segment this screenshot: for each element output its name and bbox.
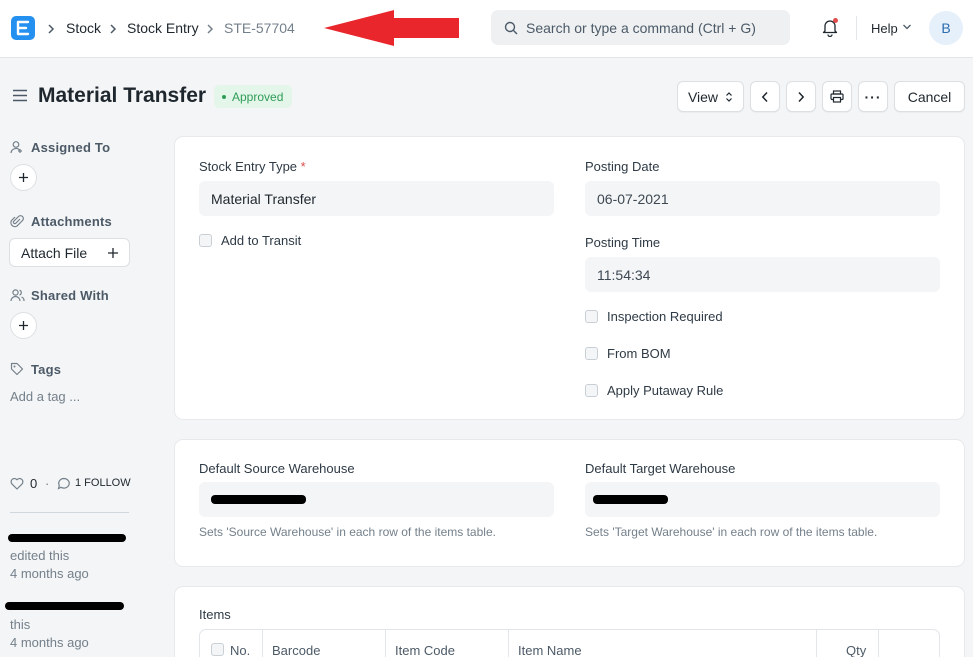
column-header-no: No.: [230, 643, 251, 657]
source-warehouse-field[interactable]: [199, 482, 554, 517]
inspection-required-label: Inspection Required: [607, 309, 723, 324]
navbar-divider: [856, 16, 857, 40]
separator-dot: ·: [45, 476, 50, 491]
add-assignee-button[interactable]: [10, 164, 37, 191]
more-actions-button[interactable]: ···: [858, 81, 888, 112]
items-label: Items: [199, 607, 231, 622]
plus-icon: [19, 173, 28, 182]
users-icon: [10, 289, 25, 302]
assigned-to-label: Assigned To: [31, 140, 111, 155]
stock-entry-type-field[interactable]: Material Transfer: [199, 181, 554, 216]
heart-icon[interactable]: [10, 477, 24, 490]
attach-file-button[interactable]: Attach File: [9, 238, 130, 267]
previous-doc-button[interactable]: [750, 81, 780, 112]
column-header-item-code[interactable]: Item Code: [395, 643, 455, 657]
activity-action: this: [10, 617, 31, 632]
target-warehouse-description: Sets 'Target Warehouse' in each row of t…: [585, 525, 878, 539]
breadcrumb-current-doc[interactable]: STE-57704: [224, 20, 295, 36]
column-header-item-name[interactable]: Item Name: [518, 643, 582, 657]
add-share-button[interactable]: [10, 312, 37, 339]
column-divider: [816, 630, 817, 657]
add-to-transit-label: Add to Transit: [221, 233, 302, 248]
plus-icon: [108, 248, 118, 258]
shared-with-label: Shared With: [31, 288, 109, 303]
select-all-rows-checkbox[interactable]: [211, 643, 224, 656]
add-to-transit-checkbox[interactable]: [199, 234, 212, 247]
apply-putaway-rule-checkbox[interactable]: [585, 384, 598, 397]
activity-action: edited this: [10, 548, 70, 563]
column-divider: [878, 630, 879, 657]
notification-dot: [833, 18, 838, 23]
search-bar[interactable]: Search or type a command (Ctrl + G): [491, 10, 790, 45]
like-count: 0: [30, 476, 38, 491]
page-title: Material Transfer: [38, 84, 207, 107]
from-bom-checkbox[interactable]: [585, 347, 598, 360]
from-bom-label: From BOM: [607, 346, 671, 361]
comment-icon[interactable]: [57, 477, 71, 490]
print-button[interactable]: [822, 81, 852, 112]
chevron-right-icon: [798, 91, 805, 102]
tag-icon: [10, 362, 24, 376]
target-warehouse-label: Default Target Warehouse: [585, 461, 736, 476]
stock-entry-type-label-text: Stock Entry Type: [199, 159, 298, 174]
redacted-user-name: [5, 602, 124, 610]
required-mark: *: [300, 159, 306, 174]
activity-time: 4 months ago: [10, 566, 89, 581]
posting-date-field[interactable]: 06-07-2021: [585, 181, 940, 216]
printer-icon: [830, 90, 844, 103]
sort-updown-icon: [726, 91, 732, 102]
assign-user-icon: [10, 141, 22, 154]
user-avatar[interactable]: B: [929, 11, 963, 45]
sidebar-divider: [10, 512, 129, 513]
source-warehouse-label: Default Source Warehouse: [199, 461, 355, 476]
view-button[interactable]: View: [677, 81, 744, 112]
attach-file-label: Attach File: [21, 245, 88, 261]
column-header-qty[interactable]: Qty: [846, 643, 866, 657]
cancel-button[interactable]: Cancel: [894, 81, 965, 112]
redacted-target-warehouse: [593, 495, 668, 504]
redacted-user-name: [8, 534, 126, 542]
activity-time: 4 months ago: [10, 635, 89, 650]
paperclip-icon: [10, 215, 24, 228]
status-dot: [222, 94, 226, 99]
search-icon: [504, 21, 518, 35]
attachments-label: Attachments: [31, 214, 112, 229]
help-dropdown[interactable]: Help: [871, 21, 898, 36]
add-tag-link[interactable]: Add a tag ...: [10, 389, 80, 404]
inspection-required-checkbox[interactable]: [585, 310, 598, 323]
column-divider: [262, 630, 263, 657]
items-table: No. Barcode Item Code Item Name Qty: [199, 629, 940, 657]
chevron-right-icon: [110, 24, 117, 34]
search-placeholder: Search or type a command (Ctrl + G): [526, 20, 756, 36]
annotation-arrow-icon: [324, 10, 459, 46]
plus-icon: [19, 321, 28, 330]
chevron-right-icon: [207, 24, 214, 34]
status-badge: Approved: [214, 85, 293, 108]
column-header-barcode[interactable]: Barcode: [272, 643, 320, 657]
apply-putaway-rule-label: Apply Putaway Rule: [607, 383, 724, 398]
sidebar-toggle-icon[interactable]: [12, 89, 28, 102]
source-warehouse-description: Sets 'Source Warehouse' in each row of t…: [199, 525, 496, 539]
breadcrumb-stock[interactable]: Stock: [66, 20, 101, 36]
navbar: Stock Stock Entry STE-57704 Search or ty…: [0, 0, 973, 58]
chevron-down-icon[interactable]: [902, 23, 912, 31]
column-divider: [508, 630, 509, 657]
app-logo-icon[interactable]: [11, 16, 35, 40]
redacted-source-warehouse: [211, 495, 306, 504]
column-divider: [385, 630, 386, 657]
posting-time-label: Posting Time: [585, 235, 661, 250]
tags-label: Tags: [31, 362, 62, 377]
chevron-left-icon: [761, 91, 768, 102]
stock-entry-type-label: Stock Entry Type *: [199, 159, 306, 174]
status-text: Approved: [232, 89, 284, 104]
posting-time-field[interactable]: 11:54:34: [585, 257, 940, 292]
chevron-right-icon: [48, 24, 55, 34]
posting-date-label: Posting Date: [585, 159, 660, 174]
target-warehouse-field[interactable]: [585, 482, 940, 517]
breadcrumb-stock-entry[interactable]: Stock Entry: [127, 20, 199, 36]
next-doc-button[interactable]: [786, 81, 816, 112]
view-button-label: View: [687, 88, 719, 105]
follow-link[interactable]: 1 FOLLOW: [75, 477, 131, 489]
